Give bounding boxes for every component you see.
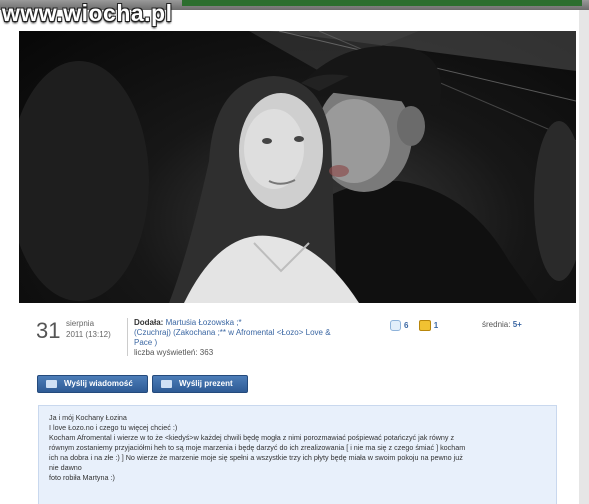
- date-year-time: 2011 (13:12): [66, 330, 111, 339]
- vote-cup-count: 1: [433, 320, 439, 330]
- date-month: sierpnia: [66, 319, 95, 328]
- added-by-label: Dodała:: [134, 318, 164, 327]
- desc-line: równym zostaniemy przyjaciółmi heh to są…: [49, 443, 466, 452]
- shield-icon[interactable]: [390, 320, 401, 331]
- avg-value: 5+: [512, 320, 522, 329]
- vote-box: 6 1: [390, 320, 438, 331]
- added-by: Dodała: Martuśia Łozowska ;* (Czuchraj) …: [134, 318, 334, 348]
- avg-label: średnia:: [482, 320, 511, 329]
- main-photo: [19, 31, 576, 303]
- send-message-label: Wyślij wiadomość: [64, 379, 133, 388]
- meta-divider: [127, 318, 128, 356]
- author-tags[interactable]: (Czuchraj) (Zakochana ;** w Afromental <…: [134, 328, 331, 347]
- gift-icon: [161, 380, 172, 388]
- send-message-button[interactable]: Wyślij wiadomość: [37, 375, 148, 393]
- average-rating: średnia: 5+: [482, 320, 522, 329]
- date-day: 31: [36, 318, 61, 343]
- photo-illustration: [19, 31, 576, 303]
- description-box: Ja i mój Kochany Łozina I love Łozo.no i…: [38, 405, 557, 504]
- author-link[interactable]: Martuśia Łozowska ;*: [166, 318, 242, 327]
- scrollbar[interactable]: [579, 10, 589, 504]
- desc-line: nie dawno: [49, 463, 82, 472]
- desc-line: foto robiła Martyna :): [49, 473, 115, 482]
- desc-line: ich na dobra i na złe :) ] No wierze że …: [49, 453, 463, 462]
- vote-up-count: 6: [404, 320, 409, 330]
- photo-meta: 31 sierpnia 2011 (13:12) Dodała: Martuśi…: [36, 316, 556, 362]
- browser-tab-strip: [182, 0, 582, 6]
- envelope-icon: [46, 380, 57, 388]
- desc-line: Ja i mój Kochany Łozina: [49, 413, 127, 422]
- desc-line: I love Łozo.no i czego tu więcej chcieć …: [49, 423, 178, 432]
- trophy-icon[interactable]: [418, 320, 431, 331]
- send-gift-button[interactable]: Wyślij prezent: [152, 375, 248, 393]
- desc-line: Kocham Afromental i wierze w to że <kied…: [49, 433, 455, 442]
- send-gift-label: Wyślij prezent: [179, 379, 233, 388]
- watermark-logo: www.wiocha.pl: [2, 0, 173, 26]
- view-count: liczba wyświetleń: 363: [134, 348, 214, 357]
